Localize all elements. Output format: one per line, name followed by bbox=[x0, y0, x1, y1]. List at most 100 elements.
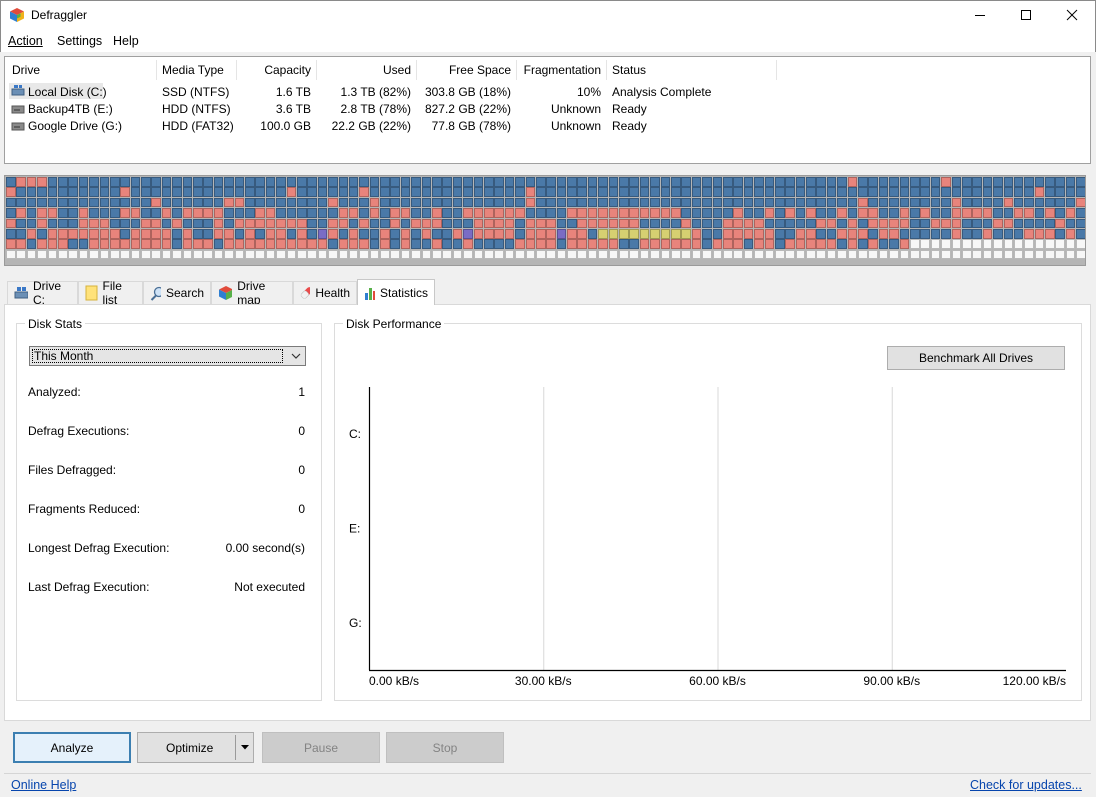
drive-map-block bbox=[328, 187, 338, 197]
tab-drive-c[interactable]: Drive C: bbox=[7, 279, 78, 307]
drive-map-block bbox=[837, 218, 847, 229]
drive-map-block bbox=[1024, 187, 1034, 197]
menu-settings[interactable]: Settings bbox=[57, 34, 102, 48]
fragmentation: 10% bbox=[576, 85, 601, 99]
drive-map-block bbox=[452, 197, 463, 208]
drive-map-block bbox=[37, 208, 47, 218]
drive-map-block bbox=[47, 187, 58, 197]
drive-map-block bbox=[68, 187, 78, 197]
col-used[interactable]: Used bbox=[321, 63, 411, 79]
minimize-button[interactable] bbox=[957, 0, 1003, 30]
column-divider[interactable] bbox=[776, 60, 777, 80]
close-button[interactable] bbox=[1049, 0, 1095, 30]
drive-list[interactable]: Drive Media Type Capacity Used Free Spac… bbox=[4, 56, 1091, 164]
drive-map-block bbox=[816, 197, 827, 208]
period-select[interactable]: This Month bbox=[29, 346, 306, 366]
col-status[interactable]: Status bbox=[612, 63, 646, 79]
drive-map-block bbox=[909, 187, 920, 197]
drive-map[interactable] bbox=[4, 175, 1086, 266]
drive-map-block bbox=[47, 228, 58, 239]
drive-map-block bbox=[598, 177, 608, 187]
stat-label: Fragments Reduced: bbox=[28, 502, 141, 516]
drive-name[interactable]: Local Disk (C:) bbox=[28, 85, 107, 99]
fragmentation: Unknown bbox=[550, 102, 601, 116]
column-divider[interactable] bbox=[416, 60, 417, 80]
drive-map-block bbox=[671, 208, 681, 218]
drive-map-block bbox=[141, 187, 151, 197]
drive-map-block bbox=[78, 187, 89, 197]
drive-map-block bbox=[130, 187, 141, 197]
drive-name[interactable]: Backup4TB (E:) bbox=[28, 102, 113, 116]
col-free-space[interactable]: Free Space bbox=[421, 63, 511, 79]
column-divider[interactable] bbox=[236, 60, 237, 80]
drive-map-block bbox=[858, 177, 868, 187]
drive-map-block bbox=[546, 177, 556, 187]
drive-map-block bbox=[494, 177, 504, 187]
column-divider[interactable] bbox=[316, 60, 317, 80]
drive-map-block bbox=[78, 239, 89, 249]
drive-map-icon bbox=[219, 286, 233, 300]
tab-statistics[interactable]: Statistics bbox=[357, 279, 435, 305]
drive-map-block bbox=[400, 208, 411, 218]
drive-map-block bbox=[629, 177, 640, 187]
drive-map-block bbox=[432, 218, 442, 229]
drive-map-block bbox=[546, 197, 556, 208]
column-divider[interactable] bbox=[156, 60, 157, 80]
benchmark-all-drives-button[interactable]: Benchmark All Drives bbox=[887, 346, 1065, 370]
drive-map-block bbox=[920, 249, 930, 260]
drive-map-block bbox=[639, 218, 650, 229]
column-divider[interactable] bbox=[606, 60, 607, 80]
drive-map-block bbox=[359, 218, 369, 229]
drive-map-block bbox=[130, 177, 141, 187]
drive-map-block bbox=[68, 177, 78, 187]
drive-map-block bbox=[244, 239, 255, 249]
drive-map-block bbox=[608, 208, 619, 218]
drive-map-block bbox=[639, 239, 650, 249]
drive-map-block bbox=[878, 177, 889, 187]
drive-map-block bbox=[151, 187, 162, 197]
stop-button[interactable]: Stop bbox=[386, 732, 504, 763]
drive-map-block bbox=[432, 228, 442, 239]
column-divider[interactable] bbox=[516, 60, 517, 80]
drive-map-block bbox=[473, 177, 484, 187]
tab-file-list[interactable]: File list bbox=[78, 279, 143, 307]
col-drive[interactable]: Drive bbox=[12, 63, 40, 79]
drive-map-block bbox=[795, 218, 806, 229]
stat-value: 1 bbox=[298, 385, 305, 399]
maximize-button[interactable] bbox=[1003, 0, 1049, 30]
drive-map-block bbox=[826, 177, 837, 187]
menu-action[interactable]: Action bbox=[8, 34, 43, 48]
drive-map-block bbox=[785, 218, 795, 229]
drive-map-block bbox=[858, 239, 868, 249]
col-media-type[interactable]: Media Type bbox=[162, 63, 224, 79]
drive-map-block bbox=[858, 208, 868, 218]
drive-map-block bbox=[982, 249, 993, 260]
col-fragmentation[interactable]: Fragmentation bbox=[521, 63, 601, 79]
check-for-updates-link[interactable]: Check for updates... bbox=[970, 778, 1082, 792]
drive-map-block bbox=[193, 187, 203, 197]
tab-drive-map[interactable]: Drive map bbox=[211, 279, 293, 307]
drive-map-block bbox=[68, 249, 78, 260]
drive-map-block bbox=[411, 208, 421, 218]
drive-map-block bbox=[587, 187, 598, 197]
drive-map-block bbox=[1003, 228, 1014, 239]
analyze-button[interactable]: Analyze bbox=[13, 732, 131, 763]
drive-map-block bbox=[525, 208, 536, 218]
drive-map-block bbox=[660, 208, 671, 218]
drive-name[interactable]: Google Drive (G:) bbox=[28, 119, 122, 133]
drive-map-block bbox=[442, 197, 452, 208]
menu-help[interactable]: Help bbox=[113, 34, 139, 48]
pause-button[interactable]: Pause bbox=[262, 732, 380, 763]
drive-map-block bbox=[234, 208, 245, 218]
drive-map-block bbox=[234, 218, 245, 229]
drive-map-block bbox=[317, 197, 328, 208]
col-capacity[interactable]: Capacity bbox=[241, 63, 311, 79]
optimize-dropdown-button[interactable] bbox=[236, 733, 253, 762]
tab-search[interactable]: Search bbox=[143, 281, 211, 304]
drive-map-block bbox=[400, 239, 411, 249]
drive-map-block bbox=[1003, 249, 1014, 260]
tab-health[interactable]: Health bbox=[293, 281, 357, 304]
drive-map-block bbox=[182, 218, 193, 229]
drive-map-block bbox=[878, 187, 889, 197]
online-help-link[interactable]: Online Help bbox=[11, 778, 76, 792]
